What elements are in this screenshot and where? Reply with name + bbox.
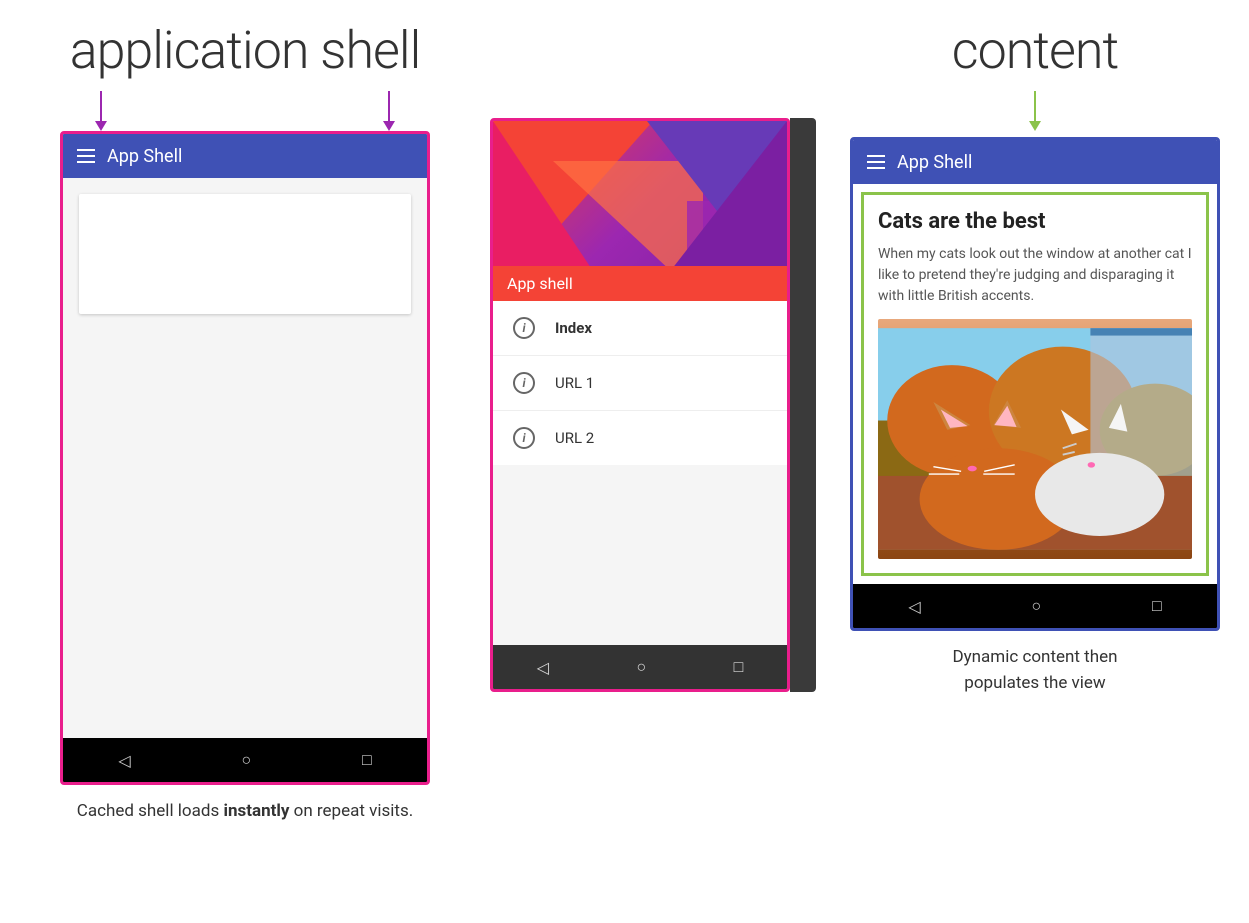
info-icon-url2: i bbox=[513, 427, 535, 449]
arrow-head-left bbox=[95, 121, 107, 131]
middle-section: App shell i Index i URL 1 i URL 2 bbox=[470, 20, 810, 692]
phone-3-topbar: App Shell bbox=[853, 140, 1217, 184]
phone-3-frame: App Shell Cats are the best When my cats… bbox=[850, 137, 1220, 631]
back-button-3[interactable]: ◁ bbox=[908, 597, 920, 616]
phone-2-wrapper: App shell i Index i URL 1 i URL 2 bbox=[490, 118, 790, 692]
left-section: application shell App Shell bbox=[30, 20, 460, 825]
back-button-2[interactable]: ◁ bbox=[537, 658, 549, 677]
app-shell-banner: App shell bbox=[493, 266, 787, 301]
content-title: Cats are the best bbox=[878, 209, 1192, 234]
hamburger-icon-1 bbox=[77, 149, 95, 163]
arrow-line-left bbox=[100, 91, 102, 121]
right-section: content App Shell Cats are the best When… bbox=[850, 20, 1220, 696]
phone-3-title: App Shell bbox=[897, 152, 972, 173]
phone-2-navbar: ◁ ○ □ bbox=[493, 645, 787, 689]
app-shell-arrows bbox=[95, 91, 395, 131]
recent-button-3[interactable]: □ bbox=[1152, 596, 1162, 616]
colorful-header: App shell bbox=[493, 121, 787, 301]
arrow-head-right bbox=[383, 121, 395, 131]
content-arrow-col bbox=[1029, 91, 1041, 131]
phone-1-topbar: App Shell bbox=[63, 134, 427, 178]
menu-items: i Index i URL 1 i URL 2 bbox=[493, 301, 787, 465]
phone-3-navbar: ◁ ○ □ bbox=[853, 584, 1217, 628]
menu-item-url2-label: URL 2 bbox=[555, 429, 594, 447]
recent-button-1[interactable]: □ bbox=[362, 750, 372, 770]
content-area: Cats are the best When my cats look out … bbox=[861, 192, 1209, 576]
menu-item-url1-label: URL 1 bbox=[555, 374, 594, 392]
right-caption-line2: populates the view bbox=[964, 673, 1105, 693]
home-button-2[interactable]: ○ bbox=[636, 657, 646, 677]
info-icon-index: i bbox=[513, 317, 535, 339]
green-arrow-head bbox=[1029, 121, 1041, 131]
content-card-1 bbox=[79, 194, 411, 314]
home-button-3[interactable]: ○ bbox=[1031, 596, 1041, 616]
right-arrow-col bbox=[383, 91, 395, 131]
menu-item-url2[interactable]: i URL 2 bbox=[493, 411, 787, 465]
phone-1-navbar: ◁ ○ □ bbox=[63, 738, 427, 782]
recent-button-2[interactable]: □ bbox=[734, 657, 744, 677]
green-arrow-line bbox=[1034, 91, 1036, 121]
dark-sidebar bbox=[790, 118, 816, 692]
menu-item-index-label: Index bbox=[555, 319, 592, 337]
right-caption-line1: Dynamic content then bbox=[952, 647, 1117, 667]
phone-1-content bbox=[63, 178, 427, 738]
home-button-1[interactable]: ○ bbox=[241, 750, 251, 770]
cat-svg bbox=[878, 319, 1192, 559]
phone-2-frame: App shell i Index i URL 1 i URL 2 bbox=[490, 118, 790, 692]
back-button-1[interactable]: ◁ bbox=[118, 751, 130, 770]
arrow-line-right bbox=[388, 91, 390, 121]
left-arrow-col bbox=[95, 91, 107, 131]
app-shell-label: application shell bbox=[70, 20, 421, 81]
cat-image bbox=[878, 319, 1192, 559]
menu-item-index[interactable]: i Index bbox=[493, 301, 787, 356]
content-body: When my cats look out the window at anot… bbox=[878, 244, 1192, 307]
phone-1-frame: App Shell ◁ ○ □ bbox=[60, 131, 430, 785]
hamburger-icon-3 bbox=[867, 155, 885, 169]
phone-1-caption: Cached shell loads instantly on repeat v… bbox=[77, 799, 413, 825]
menu-item-url1[interactable]: i URL 1 bbox=[493, 356, 787, 411]
info-icon-url1: i bbox=[513, 372, 535, 394]
right-caption: Dynamic content then populates the view bbox=[952, 645, 1117, 696]
phone-1-title: App Shell bbox=[107, 146, 182, 167]
content-label: content bbox=[952, 20, 1119, 81]
